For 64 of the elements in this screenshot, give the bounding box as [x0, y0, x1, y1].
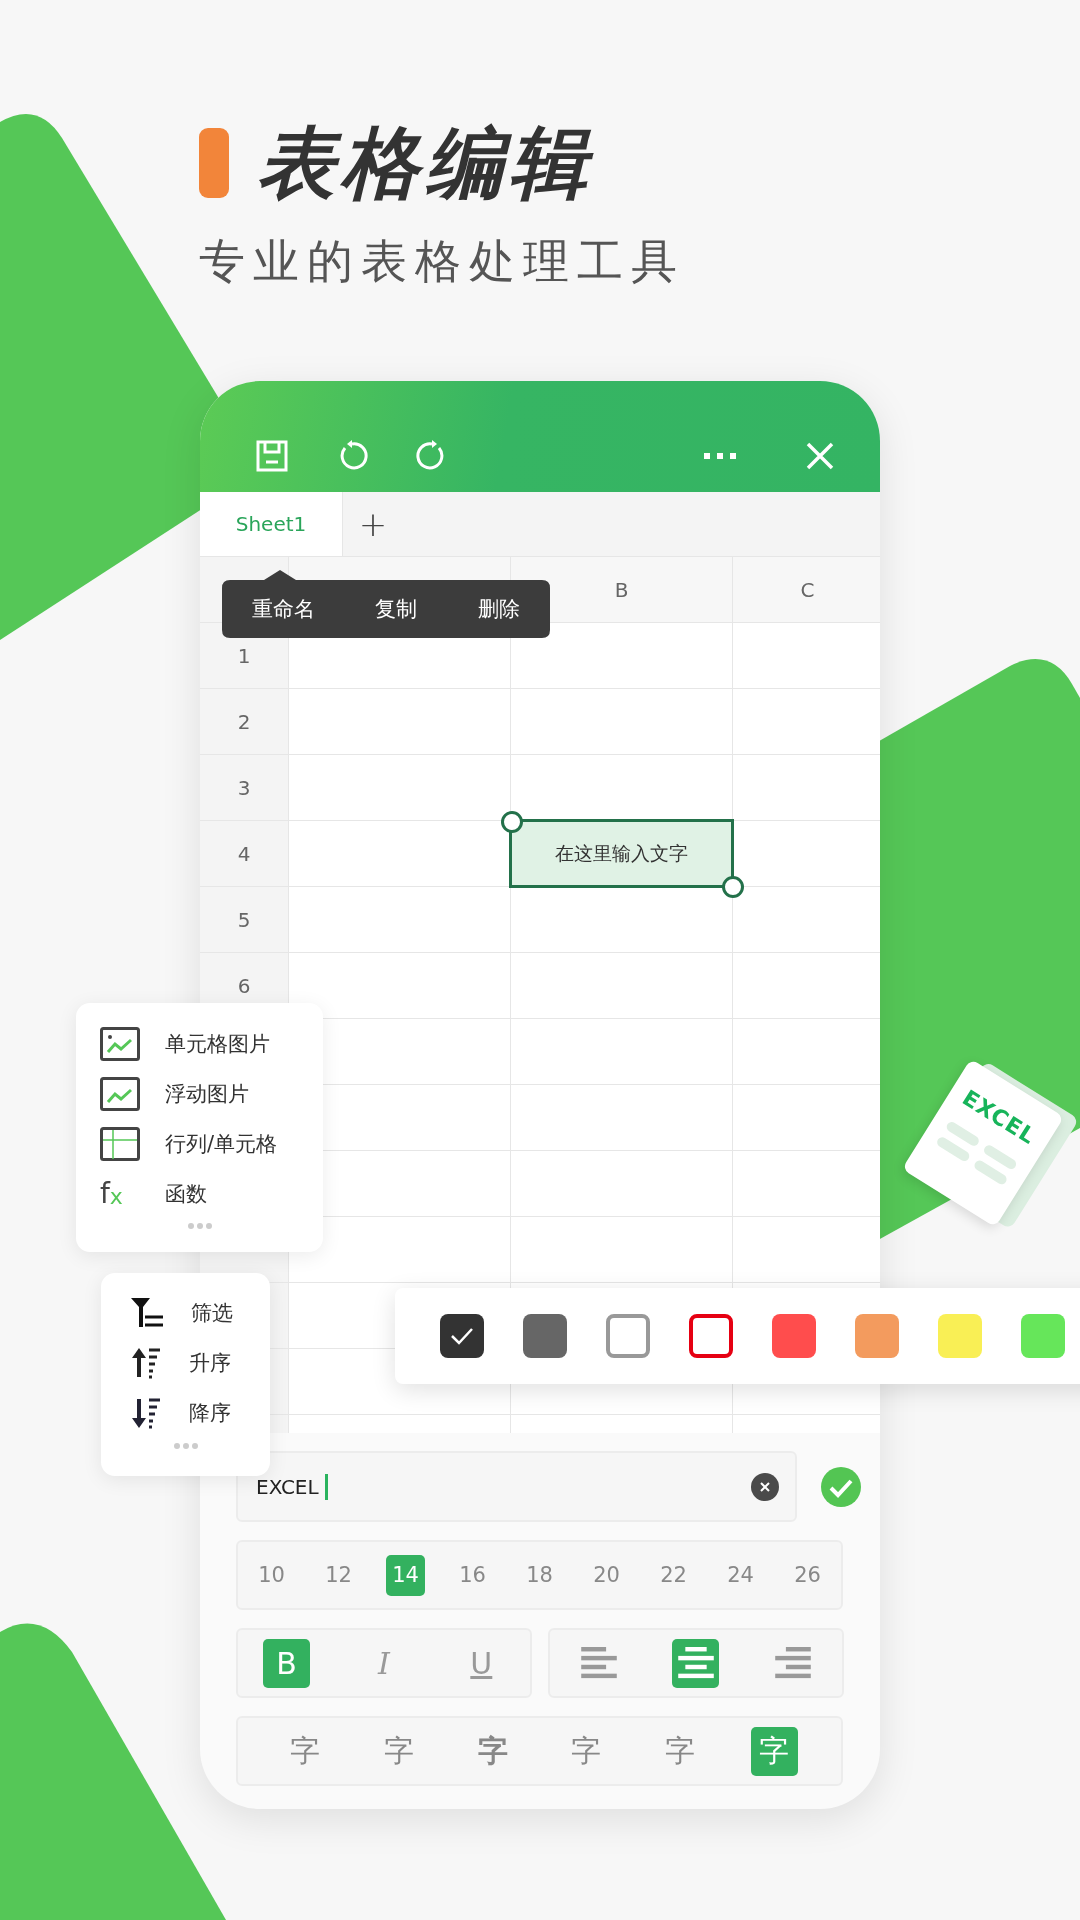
- font-size-option[interactable]: 18: [520, 1554, 559, 1596]
- color-swatch[interactable]: [689, 1314, 733, 1358]
- underline-button[interactable]: U: [457, 1638, 505, 1688]
- font-face-option[interactable]: 字: [469, 1726, 517, 1776]
- menu-item[interactable]: 复制: [369, 591, 424, 627]
- font-face-option[interactable]: 字: [281, 1726, 329, 1776]
- selection-handle[interactable]: [722, 876, 744, 899]
- font-size-option[interactable]: 14: [386, 1554, 425, 1596]
- color-swatch[interactable]: [938, 1314, 982, 1358]
- selection-handle[interactable]: [501, 811, 523, 834]
- font-size-option[interactable]: 24: [721, 1554, 760, 1596]
- italic-button[interactable]: I: [360, 1638, 408, 1688]
- font-face-option[interactable]: 字: [562, 1726, 610, 1776]
- menu-item-label[interactable]: 函数: [165, 1180, 207, 1208]
- function-icon[interactable]: fx: [100, 1180, 140, 1208]
- font-size-option[interactable]: 10: [252, 1554, 291, 1596]
- more-icon[interactable]: [704, 451, 736, 460]
- filter-icon[interactable]: [130, 1297, 164, 1329]
- color-swatch[interactable]: [606, 1314, 650, 1358]
- row-header[interactable]: 3: [200, 755, 289, 821]
- font-size-option[interactable]: 26: [788, 1554, 827, 1596]
- font-face-option[interactable]: 字: [750, 1726, 798, 1776]
- menu-item-label[interactable]: 降序: [189, 1399, 231, 1427]
- font-size-option[interactable]: 16: [453, 1554, 492, 1596]
- font-face-option[interactable]: 字: [375, 1726, 423, 1776]
- font-face-option[interactable]: 字: [656, 1726, 704, 1776]
- picture-icon[interactable]: [100, 1027, 140, 1061]
- accent-bar: [199, 128, 229, 198]
- text-input-field[interactable]: EXCEL: [236, 1451, 797, 1523]
- menu-item-label[interactable]: 单元格图片: [165, 1030, 270, 1058]
- text-cursor: [324, 1473, 328, 1500]
- headline-subtitle: 专业的表格处理工具: [199, 234, 686, 290]
- color-swatch[interactable]: [523, 1314, 567, 1358]
- close-icon[interactable]: [806, 441, 834, 470]
- menu-item-label[interactable]: 筛选: [191, 1299, 233, 1327]
- menu-item-label[interactable]: 行列/单元格: [165, 1130, 278, 1158]
- font-size-option[interactable]: 22: [654, 1554, 693, 1596]
- sort-descending-icon[interactable]: [130, 1397, 162, 1429]
- color-swatch[interactable]: [772, 1314, 816, 1358]
- align-center-button[interactable]: [672, 1638, 720, 1688]
- save-icon[interactable]: [256, 439, 288, 472]
- clear-icon[interactable]: [751, 1472, 779, 1501]
- picture-icon[interactable]: [100, 1077, 140, 1111]
- active-cell[interactable]: 在这里输入文字: [509, 819, 734, 889]
- check-icon: [450, 1326, 474, 1346]
- color-swatch[interactable]: [440, 1314, 484, 1358]
- row-header[interactable]: 2: [200, 689, 289, 755]
- headline-title: 表格编辑: [257, 124, 593, 202]
- menu-item-label[interactable]: 浮动图片: [165, 1080, 249, 1108]
- font-size-option[interactable]: 20: [587, 1554, 626, 1596]
- more-dots-icon[interactable]: [187, 1223, 212, 1229]
- font-size-option[interactable]: 12: [319, 1554, 358, 1596]
- color-swatch[interactable]: [855, 1314, 899, 1358]
- color-swatch[interactable]: [1021, 1314, 1065, 1358]
- bold-button[interactable]: B: [263, 1638, 311, 1688]
- row-header[interactable]: 5: [200, 887, 289, 953]
- table-icon[interactable]: [100, 1127, 140, 1161]
- confirm-icon[interactable]: [821, 1466, 861, 1507]
- row-header[interactable]: 4: [200, 821, 289, 887]
- sort-ascending-icon[interactable]: [130, 1347, 162, 1379]
- sheet-tab[interactable]: Sheet1: [200, 492, 343, 557]
- more-dots-icon[interactable]: [173, 1443, 198, 1449]
- menu-item-label[interactable]: 升序: [189, 1349, 231, 1377]
- add-sheet-button[interactable]: +: [343, 492, 403, 557]
